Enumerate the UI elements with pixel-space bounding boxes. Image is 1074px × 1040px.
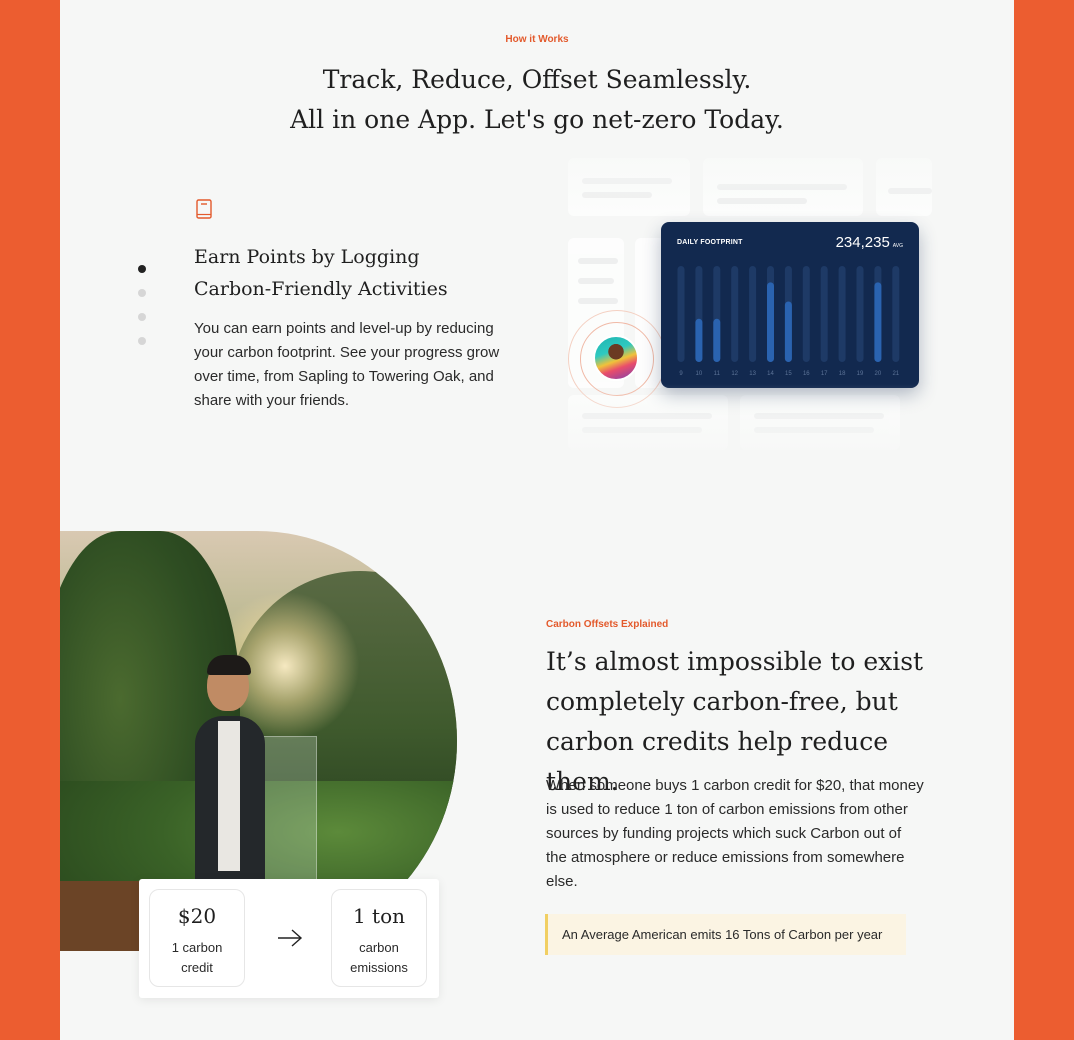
bar-track-21 — [892, 266, 900, 362]
day-label-17: 17 — [821, 371, 828, 377]
offsets-description: When someone buys 1 carbon credit for $2… — [546, 777, 924, 890]
feature-title-line-2: Carbon-Friendly Activities — [194, 278, 448, 300]
carbon-emissions-box: 1 ton carbon emissions — [331, 889, 427, 987]
day-label-11: 11 — [714, 371, 721, 377]
feature-description: You can earn points and level-up by redu… — [194, 320, 500, 409]
bar-11[interactable] — [713, 318, 721, 362]
conversion-card: $20 1 carbon credit 1 ton carbon emissio… — [139, 879, 439, 998]
ghost-card — [568, 158, 690, 216]
section-eyebrow: How it Works — [505, 34, 569, 45]
bar-track-19 — [856, 266, 864, 362]
day-label-16: 16 — [803, 371, 810, 377]
average-emissions-callout: An Average American emits 16 Tons of Car… — [545, 914, 906, 955]
page: How it Works Track, Reduce, Offset Seaml… — [60, 0, 1014, 1040]
book-icon — [196, 199, 212, 219]
day-label-15: 15 — [785, 371, 792, 377]
bar-20[interactable] — [874, 282, 882, 362]
ghost-card — [740, 395, 900, 450]
day-label-10: 10 — [696, 371, 703, 377]
pagination-dot-4[interactable] — [138, 337, 146, 345]
bar-track-13 — [749, 266, 757, 362]
carousel-pagination — [138, 265, 146, 361]
day-label-9: 9 — [679, 371, 683, 377]
day-label-13: 13 — [749, 371, 756, 377]
feature-title: Earn Points by Logging Carbon-Friendly A… — [194, 241, 514, 305]
emissions-label: carbon emissions — [350, 940, 408, 975]
day-label-20: 20 — [875, 371, 882, 377]
day-label-19: 19 — [857, 371, 864, 377]
pagination-dot-2[interactable] — [138, 289, 146, 297]
ghost-card — [568, 395, 728, 450]
pagination-dot-3[interactable] — [138, 313, 146, 321]
footprint-bar-chart: 9 10 11 12 13 14 15 16 17 18 19 20 21 — [677, 266, 900, 377]
feature-title-line-1: Earn Points by Logging — [194, 246, 420, 268]
day-label-12: 12 — [731, 371, 738, 377]
day-label-18: 18 — [839, 371, 846, 377]
day-label-14: 14 — [767, 371, 774, 377]
section-title-line-1: Track, Reduce, Offset Seamlessly. — [322, 65, 752, 94]
bar-track-18 — [838, 266, 846, 362]
bar-track-16 — [802, 266, 810, 362]
bar-14[interactable] — [767, 282, 774, 362]
bar-10[interactable] — [695, 318, 703, 362]
bar-track-9 — [677, 266, 685, 362]
offsets-title-line-2: completely carbon-free, but — [546, 687, 898, 716]
carbon-credit-box: $20 1 carbon credit — [149, 889, 245, 987]
app-mockup: DAILY FOOTPRINT 234,235 AVG 9 10 11 12 13 14 15… — [560, 150, 932, 450]
credit-label: 1 carbon credit — [171, 940, 223, 975]
day-label-21: 21 — [892, 371, 899, 377]
section-title-line-2: All in one App. Let's go net-zero Today. — [290, 105, 784, 134]
credit-price: $20 — [177, 904, 217, 928]
offsets-title-line-1: It’s almost impossible to exist — [546, 647, 924, 676]
pagination-dot-1[interactable] — [138, 265, 146, 273]
bar-15[interactable] — [784, 301, 792, 362]
user-avatar[interactable] — [593, 335, 639, 381]
bar-track-12 — [731, 266, 739, 362]
section-title: Track, Reduce, Offset Seamlessly. All in… — [60, 60, 1014, 140]
bar-track-17 — [820, 266, 828, 362]
daily-footprint-card[interactable]: DAILY FOOTPRINT 234,235 AVG 9 10 11 12 13 14 15… — [661, 222, 919, 388]
offsets-eyebrow: Carbon Offsets Explained — [546, 619, 669, 630]
ghost-card — [703, 158, 863, 216]
ghost-card — [876, 158, 932, 216]
emissions-amount: 1 ton — [352, 904, 406, 928]
arrow-right-icon — [278, 929, 303, 947]
